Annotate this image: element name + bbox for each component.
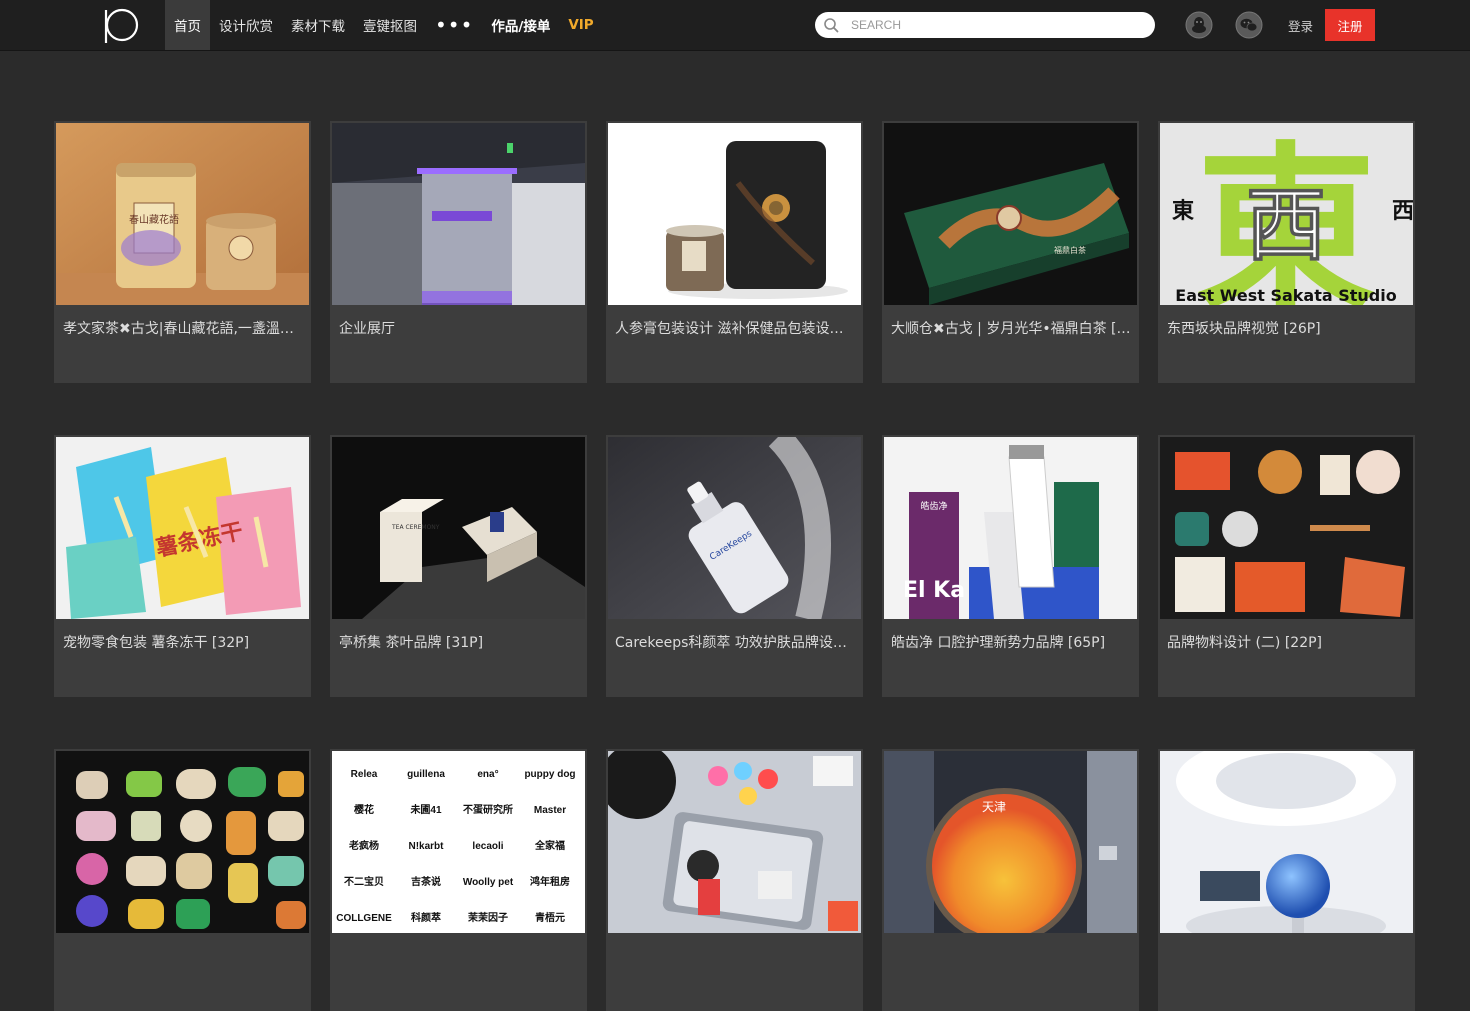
studio-caption: East West Sakata Studio <box>1175 286 1396 305</box>
top-navigation-bar: 首页 设计欣赏 素材下载 壹键抠图 ••• 作品/接单 VIP 登录 注册 <box>0 0 1470 51</box>
brand-logo-text: Relea <box>351 769 378 780</box>
brand-logo-text: puppy dog <box>524 769 575 780</box>
work-card[interactable]: 福鼎白茶 大顺仓✖古戈 | 岁月光华•福鼎白茶 [20P] <box>882 121 1139 383</box>
nav-downloads[interactable]: 素材下载 <box>282 0 354 50</box>
tea-tin-label: 春山藏花語 <box>129 213 179 226</box>
search-input[interactable] <box>851 12 1141 38</box>
brand-logo-text: COLLGENE <box>336 913 392 924</box>
work-title[interactable]: 大顺仓✖古戈 | 岁月光华•福鼎白茶 [20P] <box>891 320 1131 338</box>
work-thumbnail[interactable] <box>332 123 585 305</box>
work-card[interactable]: 天津 <box>882 749 1139 1011</box>
work-title[interactable]: 人参膏包装设计 滋补保健品包装设计 [15P] <box>615 320 855 338</box>
search-box <box>815 12 1155 38</box>
work-thumbnail[interactable]: Relea guillena ena° puppy dog 樱花 未圃41 不蛋研究所 Mas… <box>332 751 585 933</box>
search-icon[interactable] <box>823 17 839 33</box>
work-title[interactable]: 品牌物料设计 (二) [22P] <box>1167 634 1407 652</box>
nav-works[interactable]: 作品/接单 <box>482 0 559 50</box>
east-left-glyph: 東 <box>1172 199 1194 224</box>
brand-logo-text: 未圃41 <box>409 803 442 816</box>
brand-logo-text: ena° <box>477 769 498 780</box>
work-title[interactable]: 孝文家茶✖古戈|春山藏花語,一盞溫情 [28P] <box>63 320 303 338</box>
work-title[interactable]: 东西坂块品牌视觉 [26P] <box>1167 320 1407 338</box>
login-link[interactable]: 登录 <box>1288 16 1313 35</box>
work-thumbnail[interactable] <box>56 751 309 933</box>
work-thumbnail[interactable]: 福鼎白茶 <box>884 123 1137 305</box>
work-title[interactable]: Carekeeps科颜萃 功效护肤品牌设计 [18P] <box>615 634 855 652</box>
work-card[interactable] <box>1158 749 1415 1011</box>
work-title[interactable]: 企业展厅 <box>339 320 579 338</box>
work-thumbnail[interactable] <box>1160 751 1413 933</box>
nav-home[interactable]: 首页 <box>165 0 210 50</box>
work-card[interactable]: CareKeeps Carekeeps科颜萃 功效护肤品牌设计 [18P] <box>606 435 863 697</box>
work-card[interactable]: 春山藏花語 孝文家茶✖古戈|春山藏花語,一盞溫情 [28P] <box>54 121 311 383</box>
work-thumbnail[interactable]: TEA CEREMONY <box>332 437 585 619</box>
work-title[interactable]: 亭桥集 茶叶品牌 [31P] <box>339 634 579 652</box>
tianjin-label: 天津 <box>982 800 1006 814</box>
main-nav: 首页 设计欣赏 素材下载 壹键抠图 ••• 作品/接单 VIP <box>165 0 603 50</box>
more-menu-icon[interactable]: ••• <box>426 0 482 50</box>
tea-ceremony-label: TEA CEREMONY <box>391 524 440 531</box>
brand-logo-text: 全家福 <box>534 839 565 852</box>
brand-logo-text: guillena <box>407 769 445 780</box>
work-thumbnail[interactable]: 皓齿净 El Ka <box>884 437 1137 619</box>
nav-cutout[interactable]: 壹键抠图 <box>354 0 426 50</box>
brand-logo-text: 鸿年租房 <box>530 875 570 888</box>
work-card[interactable]: 皓齿净 El Ka 皓齿净 口腔护理新势力品牌 [65P] <box>882 435 1139 697</box>
qq-icon[interactable] <box>1185 11 1213 39</box>
nav-design-gallery[interactable]: 设计欣赏 <box>210 0 282 50</box>
brand-logo-text: 不蛋研究所 <box>463 803 513 816</box>
register-button[interactable]: 注册 <box>1325 9 1375 41</box>
brand-logo-text: 科颜萃 <box>411 911 441 924</box>
work-card[interactable]: 企业展厅 <box>330 121 587 383</box>
work-card[interactable]: TEA CEREMONY 亭桥集 茶叶品牌 [31P] <box>330 435 587 697</box>
toothpaste-big-label: El Ka <box>903 578 965 603</box>
work-card[interactable]: Relea guillena ena° puppy dog 樱花 未圃41 不蛋研究所 Mas… <box>330 749 587 1011</box>
brand-logo-text: 樱花 <box>354 803 374 816</box>
work-title[interactable]: 宠物零食包装 薯条冻干 [32P] <box>63 634 303 652</box>
work-thumbnail[interactable]: 東 西 東 西 East West Sakata Studio <box>1160 123 1413 305</box>
brand-logo-text: 茉茉因子 <box>468 911 508 924</box>
nav-vip[interactable]: VIP <box>559 0 602 50</box>
work-thumbnail[interactable]: 薯条冻干 <box>56 437 309 619</box>
brand-logo-text: N!karbt <box>408 841 444 852</box>
white-tea-box-label: 福鼎白茶 <box>1054 245 1086 255</box>
work-thumbnail[interactable] <box>608 123 861 305</box>
logo-grid: Relea guillena ena° puppy dog 樱花 未圃41 不蛋研究所 Mas… <box>336 769 575 924</box>
brand-logo-text: 青梧元 <box>535 911 565 924</box>
work-thumbnail[interactable] <box>1160 437 1413 619</box>
wechat-icon[interactable] <box>1235 11 1263 39</box>
brand-logo-text: Woolly pet <box>463 877 514 888</box>
work-thumbnail[interactable]: CareKeeps <box>608 437 861 619</box>
work-card[interactable] <box>606 749 863 1011</box>
work-card[interactable]: 薯条冻干 宠物零食包装 薯条冻干 [32P] <box>54 435 311 697</box>
work-thumbnail[interactable] <box>608 751 861 933</box>
work-card[interactable]: 品牌物料设计 (二) [22P] <box>1158 435 1415 697</box>
work-title[interactable]: 皓齿净 口腔护理新势力品牌 [65P] <box>891 634 1131 652</box>
work-thumbnail[interactable]: 天津 <box>884 751 1137 933</box>
brand-logo-text: 不二宝贝 <box>344 875 384 888</box>
brand-logo-text: 吉茶说 <box>411 875 441 888</box>
west-right-glyph: 西 <box>1392 199 1413 224</box>
work-thumbnail[interactable]: 春山藏花語 <box>56 123 309 305</box>
site-logo-icon[interactable] <box>100 5 140 45</box>
brand-logo-text: Master <box>534 805 566 816</box>
work-card[interactable]: 東 西 東 西 East West Sakata Studio 东西坂块品牌视觉… <box>1158 121 1415 383</box>
work-card[interactable] <box>54 749 311 1011</box>
west-glyph: 西 <box>1246 179 1326 272</box>
toothpaste-brand-label: 皓齿净 <box>920 500 947 512</box>
brand-logo-text: lecaoli <box>472 841 503 852</box>
brand-logo-text: 老疯杨 <box>348 839 379 852</box>
work-card[interactable]: 人参膏包装设计 滋补保健品包装设计 [15P] <box>606 121 863 383</box>
